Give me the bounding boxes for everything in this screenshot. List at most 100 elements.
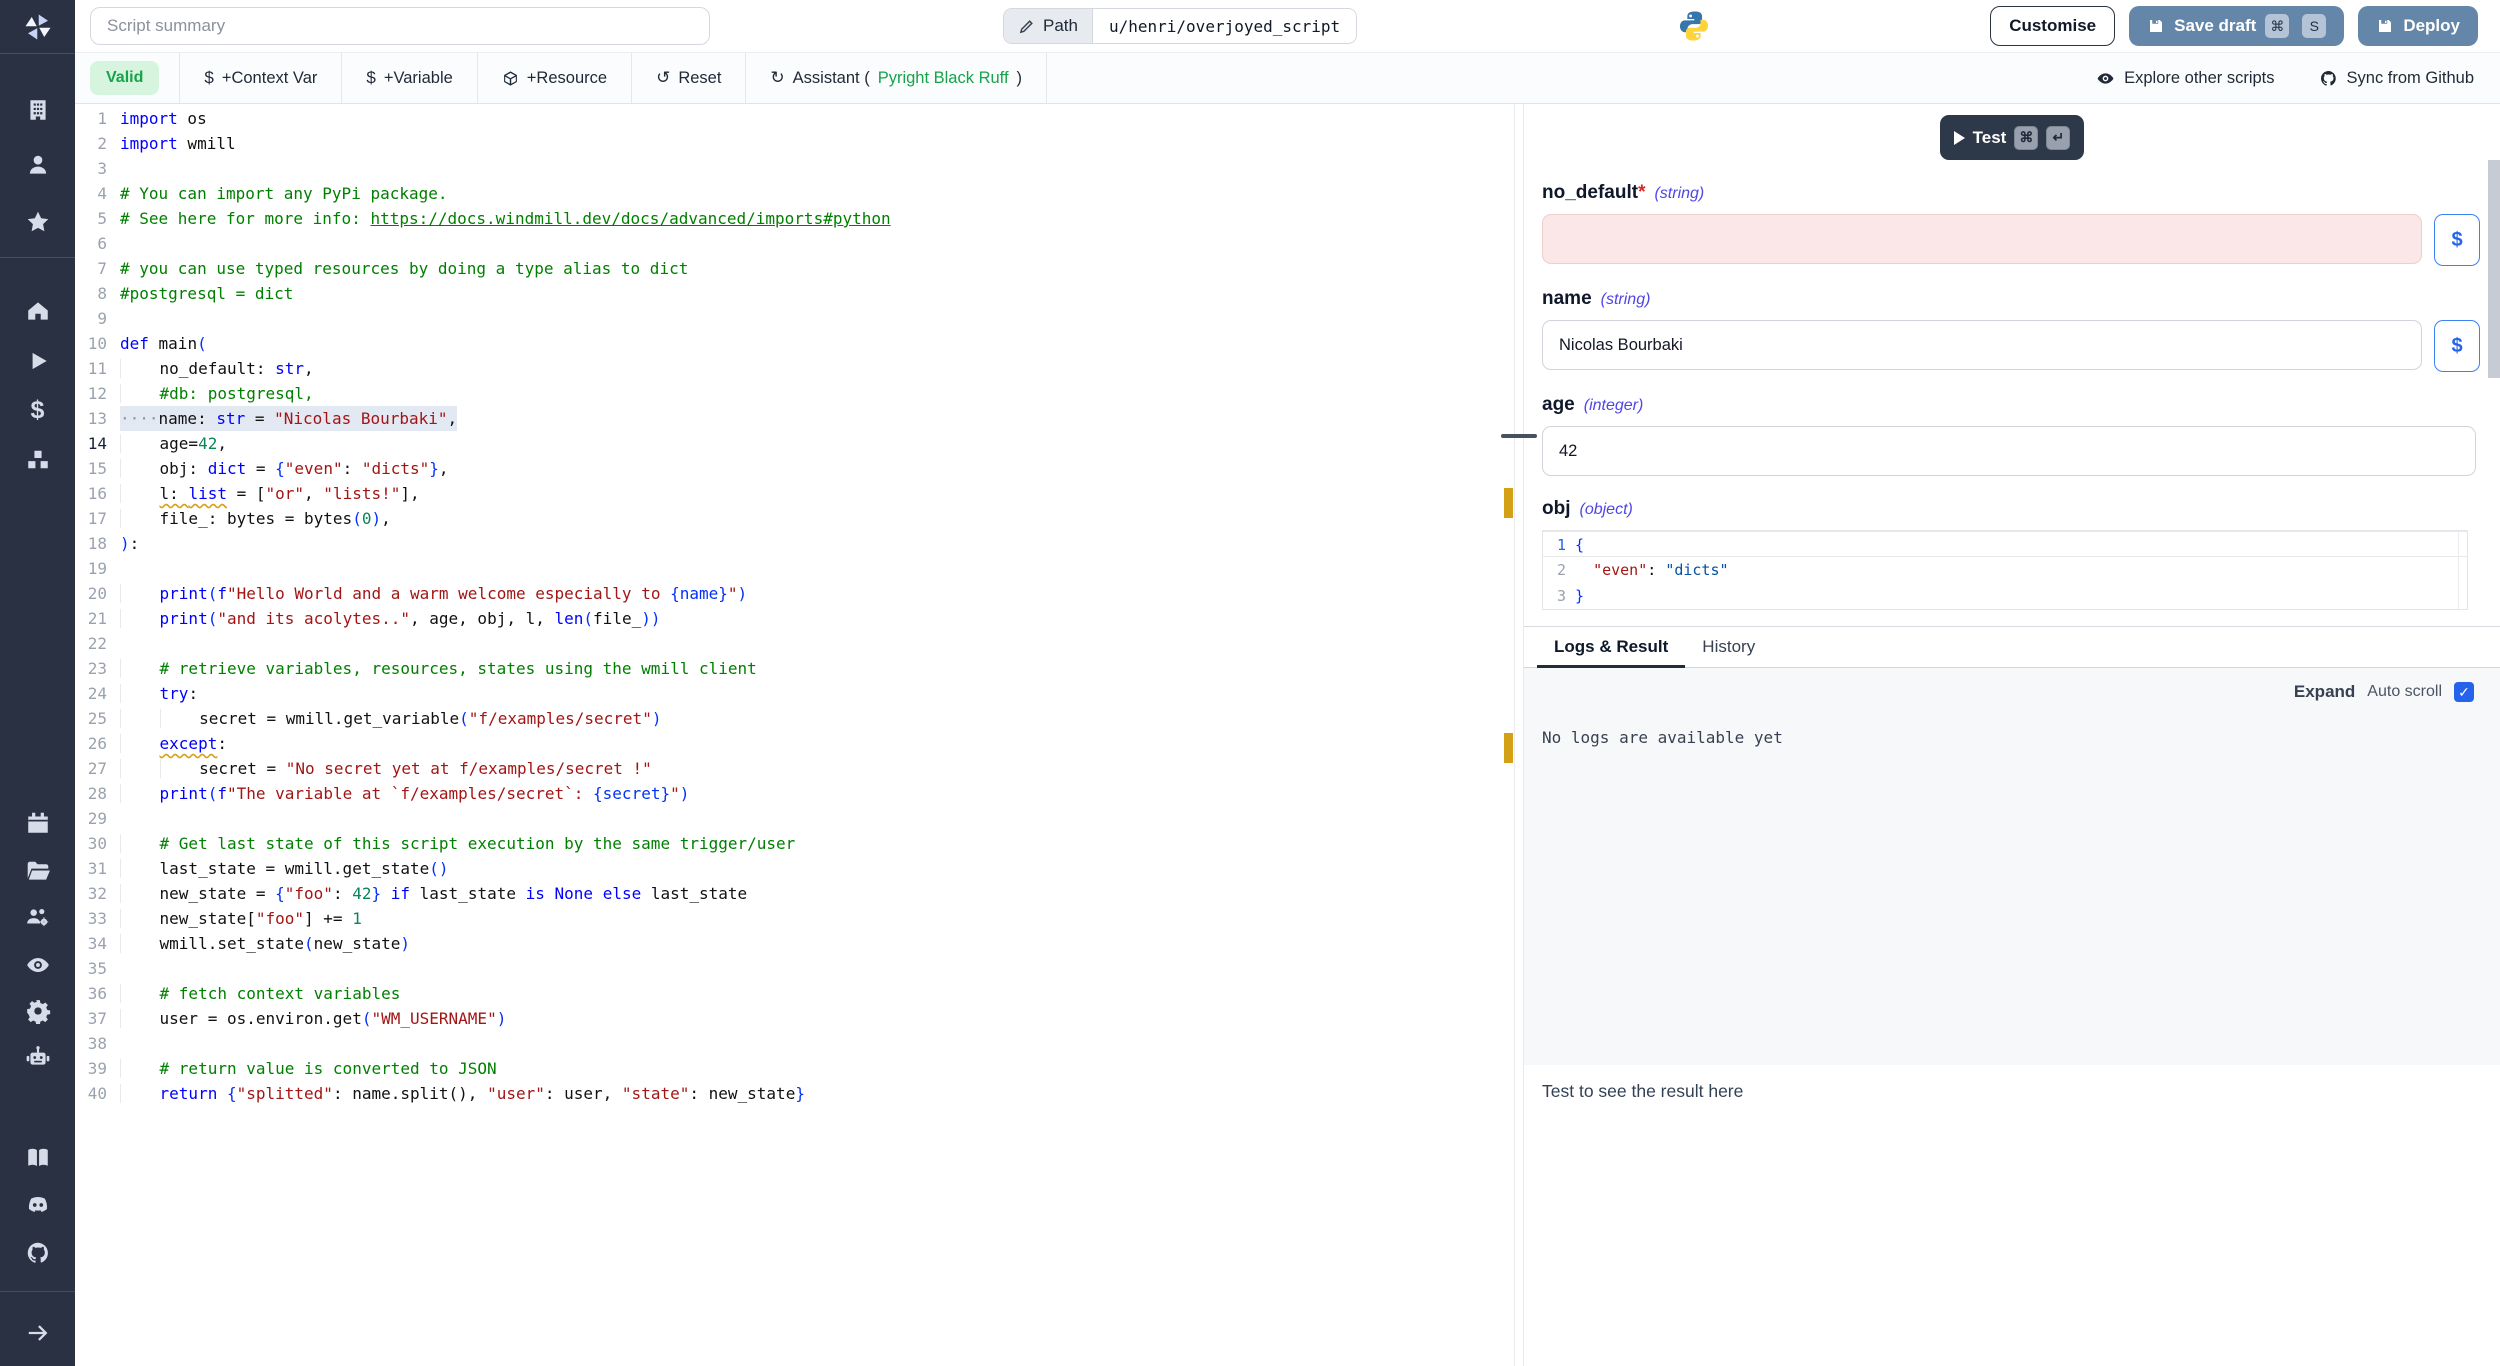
customise-button[interactable]: Customise [1990, 6, 2115, 46]
toolbar-right: Explore other scripts Sync from Github [2096, 69, 2500, 88]
path-editor[interactable]: Path u/henri/overjoyed_script [1003, 8, 1357, 44]
windmill-app: $ [0, 0, 2500, 1366]
dollar-icon: $ [204, 68, 213, 88]
workers-robot-icon[interactable] [23, 1042, 53, 1072]
runs-play-icon[interactable] [23, 346, 53, 376]
tab-logs-result[interactable]: Logs & Result [1537, 627, 1685, 668]
code-line: 12 #db: postgresql, [75, 381, 1514, 406]
path-label: Path [1043, 16, 1078, 36]
insert-variable-button[interactable]: $ [2434, 320, 2480, 372]
name-input[interactable] [1542, 320, 2422, 370]
assistant-button[interactable]: ↻ Assistant (Pyright Black Ruff) [746, 53, 1046, 103]
code-line: 32 new_state = {"foo": 42} if last_state… [75, 881, 1514, 906]
add-variable-button[interactable]: $ +Variable [342, 53, 476, 103]
home-icon[interactable] [23, 296, 53, 326]
sync-from-github-link[interactable]: Sync from Github [2319, 69, 2474, 88]
field-label: age (integer) [1542, 394, 2500, 416]
pencil-icon [1018, 18, 1035, 35]
reset-button[interactable]: ↺ Reset [632, 53, 745, 103]
audit-eye-icon[interactable] [23, 950, 53, 980]
autoscroll-checkbox[interactable]: ✓ [2454, 682, 2474, 702]
assistant-engines: Pyright Black Ruff [878, 69, 1009, 88]
editor-toolbar: Valid $ +Context Var $ +Variable +Resour… [75, 53, 2500, 104]
code-line: 23 # retrieve variables, resources, stat… [75, 656, 1514, 681]
path-value: u/henri/overjoyed_script [1093, 9, 1356, 43]
save-draft-button[interactable]: Save draft ⌘ S [2129, 6, 2344, 46]
field-label: obj (object) [1542, 498, 2500, 520]
code-line: 21 print("and its acolytes..", age, obj,… [75, 606, 1514, 631]
splitter-handle[interactable] [1501, 434, 1537, 438]
settings-gear-icon[interactable] [23, 996, 53, 1026]
topbar-actions: Customise Save draft ⌘ S Deploy [1990, 6, 2478, 46]
folders-icon[interactable] [23, 856, 53, 886]
groups-users-gear-icon[interactable] [23, 902, 53, 932]
field-label: no_default* (string) [1542, 182, 2500, 204]
field-name: name (string) $ [1542, 288, 2500, 372]
no-default-input[interactable] [1542, 214, 2422, 264]
docs-book-icon[interactable] [23, 1143, 53, 1173]
code-line: 1import os [75, 106, 1514, 131]
package-icon [502, 70, 519, 87]
logs-controls: Expand Auto scroll ✓ [1524, 668, 2500, 702]
expand-button[interactable]: Expand [2294, 682, 2355, 702]
code-line: 38 [75, 1031, 1514, 1056]
add-resource-button[interactable]: +Resource [478, 53, 631, 103]
kbd-s: S [2302, 14, 2326, 38]
favorites-star-icon[interactable] [23, 207, 53, 237]
code-line: 2import wmill [75, 131, 1514, 156]
panel-splitter[interactable] [1514, 104, 1524, 1366]
user-icon[interactable] [23, 150, 53, 180]
required-mark: * [1638, 182, 1645, 204]
code-lines: 1import os2import wmill34# You can impor… [75, 106, 1514, 1106]
obj-json-editor[interactable]: 1{2 "even": "dicts"3} [1542, 530, 2468, 610]
python-logo-icon [1677, 9, 1711, 43]
insert-variable-button[interactable]: $ [2434, 214, 2480, 266]
logs-pane: Expand Auto scroll ✓ No logs are availab… [1524, 668, 2500, 1065]
kbd-cmd: ⌘ [2014, 126, 2038, 150]
code-line: 34 wmill.set_state(new_state) [75, 931, 1514, 956]
code-editor[interactable]: 1import os2import wmill34# You can impor… [75, 104, 1514, 1366]
code-line: 19 [75, 556, 1514, 581]
workspace-building-icon[interactable] [23, 95, 53, 125]
valid-badge: Valid [90, 61, 159, 95]
main-area: Path u/henri/overjoyed_script Customise … [75, 0, 2500, 1366]
deploy-button[interactable]: Deploy [2358, 6, 2478, 46]
add-context-var-button[interactable]: $ +Context Var [180, 53, 341, 103]
result-placeholder: Test to see the result here [1542, 1081, 1743, 1101]
code-line: 22 [75, 631, 1514, 656]
discord-icon[interactable] [23, 1190, 53, 1220]
schedules-calendar-icon[interactable] [23, 808, 53, 838]
age-input[interactable] [1542, 426, 2476, 476]
script-summary-input[interactable] [90, 7, 710, 45]
code-line: 1{ [1543, 531, 2467, 557]
sidebar: $ [0, 0, 75, 1366]
code-line: 2 "even": "dicts" [1543, 557, 2467, 583]
windmill-logo-icon[interactable] [23, 12, 53, 42]
eye-icon [2096, 69, 2115, 88]
code-line: 40 return {"splitted": name.split(), "us… [75, 1081, 1514, 1106]
sidebar-divider [0, 257, 75, 258]
logs-empty-message: No logs are available yet [1524, 702, 2500, 747]
variables-dollar-icon[interactable]: $ [23, 395, 53, 425]
right-panel: Test ⌘ ↵ no_default* (string) $ [1524, 104, 2500, 1366]
code-line: 16 l: list = ["or", "lists!"], [75, 481, 1514, 506]
path-label-segment: Path [1004, 9, 1093, 43]
sidebar-divider [0, 53, 75, 54]
explore-other-scripts-link[interactable]: Explore other scripts [2096, 69, 2274, 88]
panel-scrollbar[interactable] [2488, 160, 2500, 378]
tab-history[interactable]: History [1685, 627, 1772, 667]
code-line: 11 no_default: str, [75, 356, 1514, 381]
code-line: 31 last_state = wmill.get_state() [75, 856, 1514, 881]
resources-cubes-icon[interactable] [23, 445, 53, 475]
topbar: Path u/henri/overjoyed_script Customise … [75, 0, 2500, 53]
args-form: no_default* (string) $ name (string) [1524, 160, 2500, 610]
warning-marker [1504, 733, 1513, 763]
field-no-default: no_default* (string) $ [1542, 182, 2500, 266]
refresh-icon: ↻ [770, 68, 784, 88]
test-button[interactable]: Test ⌘ ↵ [1940, 115, 2085, 160]
result-pane: Test to see the result here [1524, 1065, 2500, 1366]
save-icon [2376, 17, 2394, 35]
collapse-arrow-right-icon[interactable] [23, 1318, 53, 1348]
code-line: 39 # return value is converted to JSON [75, 1056, 1514, 1081]
github-icon[interactable] [23, 1238, 53, 1268]
